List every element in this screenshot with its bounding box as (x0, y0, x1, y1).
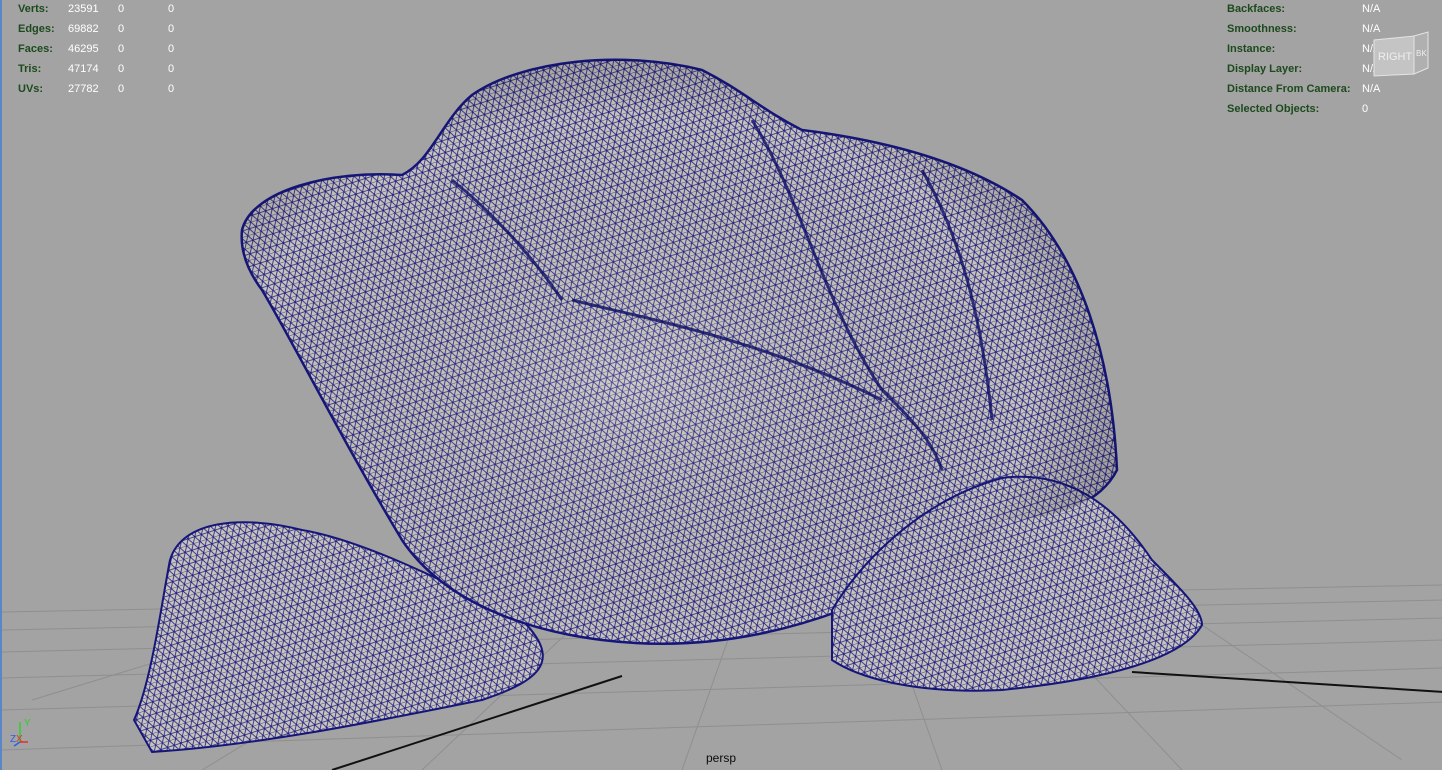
hud-label: Instance: (1227, 43, 1276, 55)
hud-value: 0 (1362, 103, 1369, 115)
scene-canvas[interactable] (2, 0, 1442, 770)
hud-value-selected: 0 (118, 3, 125, 15)
hud-value-selected: 0 (118, 63, 125, 75)
hud-value-total: 46295 (68, 43, 99, 55)
camera-name-label: persp (706, 751, 737, 765)
hud-label: Display Layer: (1227, 63, 1303, 75)
hud-label: Backfaces: (1227, 3, 1286, 15)
hud-row-backfaces: Backfaces: N/A (1227, 0, 1437, 19)
viewcube-icon[interactable]: RIGHT BK (1370, 30, 1430, 80)
hud-value-uv: 0 (168, 3, 175, 15)
hud-label: Tris: (18, 63, 42, 75)
hud-row-distance-from-camera: Distance From Camera: N/A (1227, 79, 1437, 99)
hud-label: Faces: (18, 43, 53, 55)
viewcube-face-label[interactable]: RIGHT (1378, 51, 1413, 63)
hud-value-selected: 0 (118, 83, 125, 95)
hud-label: Smoothness: (1227, 23, 1297, 35)
hud-value-total: 69882 (68, 23, 99, 35)
hud-label: Verts: (18, 3, 49, 15)
axis-y-label: Y (24, 718, 31, 729)
hud-row-selected-objects: Selected Objects: 0 (1227, 99, 1437, 119)
rock-mesh[interactable] (132, 58, 1204, 754)
hud-value-uv: 0 (168, 43, 175, 55)
hud-value-selected: 0 (118, 43, 125, 55)
hud-label: Distance From Camera: (1227, 83, 1351, 95)
axis-gizmo-icon: Y Z X (10, 718, 31, 747)
hud-value: N/A (1362, 3, 1381, 15)
maya-perspective-viewport[interactable]: Verts: 23591 0 0 Edges: 69882 0 0 Faces:… (0, 0, 1442, 770)
hud-value-selected: 0 (118, 23, 125, 35)
hud-value-total: 23591 (68, 3, 99, 15)
hud-value-total: 47174 (68, 63, 99, 75)
hud-value-total: 27782 (68, 83, 99, 95)
hud-label: Selected Objects: (1227, 103, 1320, 115)
hud-label: UVs: (18, 83, 44, 95)
hud-value-uv: 0 (168, 83, 175, 95)
hud-value: N/A (1362, 83, 1381, 95)
viewcube-side-label[interactable]: BK (1416, 49, 1427, 58)
hud-value-uv: 0 (168, 63, 175, 75)
hud-label: Edges: (18, 23, 55, 35)
axis-x-label: X (16, 734, 23, 745)
hud-value-uv: 0 (168, 23, 175, 35)
